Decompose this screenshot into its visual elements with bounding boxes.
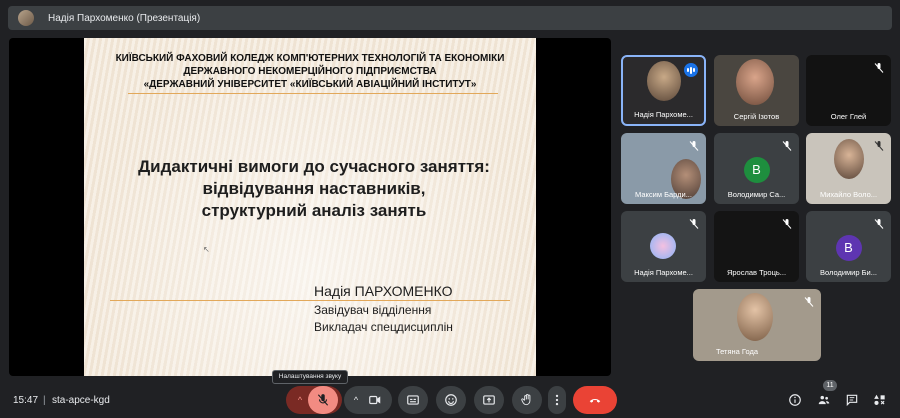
chevron-up-icon: ^ (297, 395, 303, 405)
more-options-button[interactable] (548, 386, 566, 414)
slide-author: Надія ПАРХОМЕНКО (314, 283, 453, 299)
slide-divider-top (128, 93, 498, 94)
participant-name: Володимир Са... (727, 190, 786, 199)
mic-off-icon (317, 394, 329, 406)
participant-tile[interactable]: Надія Пархоме... (621, 55, 706, 126)
participant-tile[interactable]: Михайло Воло... (806, 133, 891, 204)
slide-title-line-3: структурний аналіз занять (201, 201, 427, 220)
participant-video (737, 293, 773, 341)
people-icon (818, 395, 830, 405)
mic-off-icon (781, 217, 793, 229)
raise-hand-button[interactable] (512, 386, 542, 414)
mic-off-icon (781, 139, 793, 151)
mic-off-icon (688, 139, 700, 151)
participants-count-badge: 11 (823, 380, 837, 391)
participant-tile[interactable]: Надія Пархоме... (621, 211, 706, 282)
participant-name: Тетяна Года (715, 347, 759, 356)
participant-name: Максим Барди... (635, 190, 692, 199)
chevron-up-icon: ^ (353, 395, 359, 405)
chat-button[interactable] (844, 392, 860, 408)
meeting-info-button[interactable] (787, 392, 803, 408)
slide-header: КИЇВСЬКИЙ ФАХОВИЙ КОЛЕДЖ КОМП'ЮТЕРНИХ ТЕ… (84, 52, 536, 91)
participant-avatar: В (743, 157, 770, 183)
captions-icon (407, 395, 419, 405)
participant-tile[interactable]: В Володимир Са... (714, 133, 799, 204)
presentation-header-bar: Надія Пархоменко (Презентація) (8, 6, 892, 30)
participant-name: Олег Глей (830, 112, 867, 121)
participant-video (736, 59, 774, 105)
participant-video (647, 61, 681, 101)
mouse-cursor-icon: ↖ (203, 245, 210, 254)
slide-header-line-1: КИЇВСЬКИЙ ФАХОВИЙ КОЛЕДЖ КОМП'ЮТЕРНИХ ТЕ… (115, 53, 505, 64)
captions-button[interactable] (398, 386, 428, 414)
slide-title-line-2: відвідування наставників, (202, 179, 426, 198)
meeting-clock: 15:47 (13, 395, 39, 406)
slide-author-role-1: Завідувач відділення (314, 303, 432, 317)
participant-name: Ярослав Троць... (726, 268, 787, 277)
participant-tile[interactable]: Олег Глей (806, 55, 891, 126)
participant-tile[interactable]: В Володимир Би... (806, 211, 891, 282)
meeting-code: sta-apce-kgd (52, 395, 110, 406)
participant-video (834, 139, 864, 179)
slide-header-line-3: «ДЕРЖАВНИЙ УНІВЕРСИТЕТ «КИЇВСЬКИЙ АВІАЦІ… (143, 79, 477, 90)
presenter-avatar (18, 10, 34, 26)
participant-tile[interactable]: Тетяна Года (693, 289, 821, 361)
audio-settings-tooltip: Налаштування звуку (272, 370, 348, 384)
slide-title-line-1: Дидактичні вимоги до сучасного заняття: (138, 157, 490, 176)
presenter-label: Надія Пархоменко (Презентація) (48, 12, 201, 24)
mic-off-icon (873, 217, 885, 229)
slide-header-line-2: ДЕРЖАВНОГО НЕКОМЕРЦІЙНОГО ПІДПРИЄМСТВА (183, 66, 437, 77)
info-separator: | (43, 395, 46, 406)
present-icon (483, 395, 495, 405)
participant-tile[interactable]: Сергій Ізотов (714, 55, 799, 126)
chat-icon (846, 394, 858, 407)
presentation-stage: КИЇВСЬКИЙ ФАХОВИЙ КОЛЕДЖ КОМП'ЮТЕРНИХ ТЕ… (9, 38, 611, 376)
shapes-icon (874, 394, 885, 405)
speaking-indicator-icon (684, 63, 698, 77)
participant-tile[interactable]: Максим Барди... (621, 133, 706, 204)
hand-icon (521, 393, 531, 406)
participant-name: Сергій Ізотов (733, 112, 780, 121)
people-button[interactable] (816, 392, 832, 408)
end-call-button[interactable] (573, 386, 617, 414)
participant-name: Володимир Би... (819, 268, 877, 277)
info-icon (789, 394, 801, 406)
activities-button[interactable] (872, 392, 888, 408)
mic-off-icon (688, 217, 700, 229)
mic-off-icon (803, 295, 815, 307)
participant-name: Надія Пархоме... (634, 268, 693, 277)
mic-toggle-button[interactable] (308, 386, 338, 414)
slide-divider-bottom (110, 300, 510, 301)
reactions-button[interactable] (436, 386, 466, 414)
video-toggle-button[interactable]: ^ (344, 386, 392, 414)
more-vert-icon (555, 394, 559, 406)
participant-name: Михайло Воло... (819, 190, 878, 199)
presentation-slide: КИЇВСЬКИЙ ФАХОВИЙ КОЛЕДЖ КОМП'ЮТЕРНИХ ТЕ… (84, 38, 536, 376)
mic-off-icon (873, 61, 885, 73)
slide-author-role-2: Викладач спецдисциплін (314, 320, 453, 334)
camera-icon (369, 395, 381, 405)
mic-off-icon (873, 139, 885, 151)
hang-up-icon (589, 398, 601, 403)
participant-avatar (650, 233, 676, 259)
participant-tile[interactable]: Ярослав Троць... (714, 211, 799, 282)
slide-title: Дидактичні вимоги до сучасного заняття: … (104, 156, 524, 222)
participant-name: Надія Пархоме... (634, 110, 693, 119)
participant-avatar: В (835, 235, 862, 261)
emoji-icon (445, 394, 457, 406)
present-screen-button[interactable] (474, 386, 504, 414)
